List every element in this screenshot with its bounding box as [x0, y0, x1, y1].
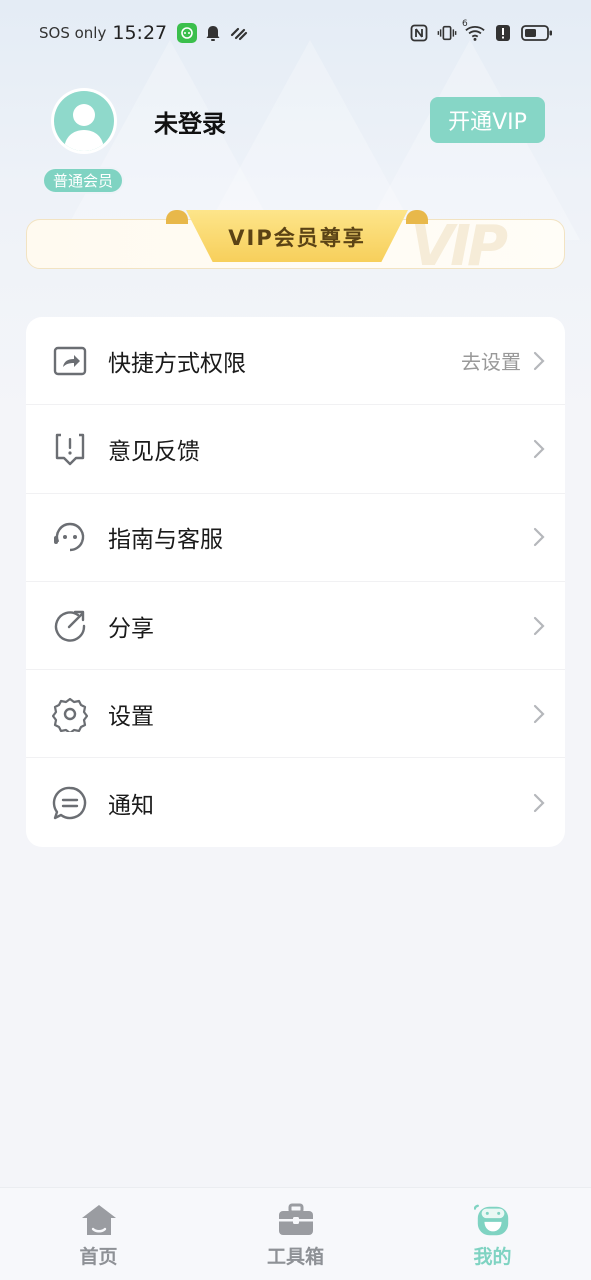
wifi-icon: 6	[462, 19, 485, 43]
mine-face-icon	[473, 1202, 512, 1238]
customer-service-icon	[52, 519, 88, 555]
share-icon	[52, 608, 88, 644]
nfc-icon	[409, 23, 429, 43]
chevron-right-icon	[531, 439, 547, 459]
chevron-right-icon	[531, 704, 547, 724]
default-user-icon	[54, 91, 114, 151]
nav-label: 我的	[473, 1246, 512, 1268]
network-type-label: 6	[462, 19, 468, 29]
status-clock: 15:27	[112, 22, 168, 44]
username-login-prompt[interactable]: 未登录	[154, 104, 226, 139]
nav-label: 工具箱	[266, 1246, 324, 1268]
bottom-nav: 首页 工具箱 我的	[0, 1187, 591, 1280]
menu-item-hint: 去设置	[461, 350, 521, 375]
menu-item-label: 通知	[108, 792, 154, 819]
nav-mine[interactable]: 我的	[413, 1188, 573, 1280]
gear-icon	[52, 696, 88, 732]
menu-item-guide-service[interactable]: 指南与客服	[26, 494, 565, 582]
open-vip-button[interactable]: 开通VIP	[430, 97, 545, 143]
toolbox-icon	[277, 1202, 315, 1238]
vip-ribbon: VIP会员尊享	[166, 210, 428, 262]
menu-item-share[interactable]: 分享	[26, 582, 565, 671]
menu-item-feedback[interactable]: 意见反馈	[26, 405, 565, 494]
chevron-right-icon	[531, 616, 547, 636]
nav-home[interactable]: 首页	[19, 1188, 179, 1280]
menu-item-label: 指南与客服	[108, 527, 223, 554]
menu-item-label: 意见反馈	[108, 438, 200, 465]
chevron-right-icon	[531, 351, 547, 371]
menu-item-label: 快捷方式权限	[108, 350, 246, 377]
bell-icon	[203, 23, 223, 43]
feedback-icon	[52, 431, 88, 467]
link-status-icon	[229, 23, 249, 43]
chevron-right-icon	[531, 793, 547, 813]
shortcut-share-icon	[52, 343, 88, 379]
menu-item-label: 分享	[108, 615, 154, 642]
vibrate-icon	[437, 23, 457, 43]
sos-status: SOS only	[39, 24, 107, 42]
menu-item-notification[interactable]: 通知	[26, 758, 565, 846]
menu-item-settings[interactable]: 设置	[26, 670, 565, 759]
settings-menu: 快捷方式权限 去设置 意见反馈 指南与客服 分享 设置 通知	[26, 317, 565, 847]
chevron-right-icon	[531, 527, 547, 547]
home-icon	[80, 1202, 118, 1238]
menu-item-label: 设置	[108, 703, 154, 730]
vip-ribbon-text: VIP会员尊享	[228, 226, 366, 250]
nav-label: 首页	[79, 1246, 118, 1268]
avatar[interactable]	[51, 88, 117, 154]
nav-toolbox[interactable]: 工具箱	[216, 1188, 376, 1280]
status-bar: SOS only 15:27 6	[0, 0, 591, 66]
battery-icon	[521, 23, 553, 43]
chat-app-icon	[177, 23, 198, 43]
member-level-badge: 普通会员	[42, 167, 124, 194]
alert-icon	[493, 23, 513, 43]
notification-message-icon	[52, 785, 88, 821]
menu-item-shortcut-permission[interactable]: 快捷方式权限 去设置	[26, 317, 565, 406]
